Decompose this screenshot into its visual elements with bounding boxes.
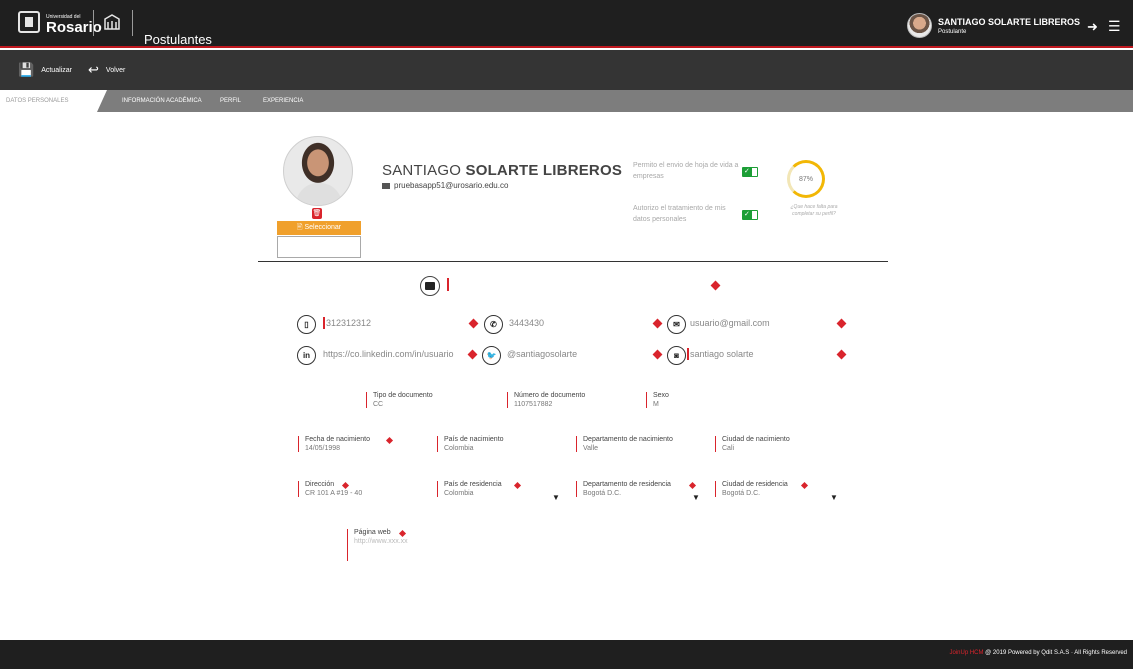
instagram-icon: ◙ — [667, 346, 686, 365]
chevron-down-icon[interactable]: ▼ — [552, 493, 560, 502]
mobile-field[interactable]: 312312312 — [326, 318, 456, 328]
profile-email: pruebasapp51@urosario.edu.co — [382, 181, 508, 190]
header-divider — [93, 10, 94, 36]
sex-field: Sexo M — [646, 392, 669, 408]
mobile-icon: ▯ — [297, 315, 316, 334]
birth-dept-field: Departamento de nacimiento Valle — [576, 436, 673, 452]
file-input[interactable] — [277, 236, 361, 258]
footer-brand[interactable]: JoinUp HCM — [949, 650, 983, 656]
footer-copyright: @ 2019 Powered by Qdit S.A.S · All Right… — [985, 650, 1127, 656]
birth-date-field[interactable]: Fecha de nacimiento 14/05/1998 — [298, 436, 370, 452]
video-camera-icon — [425, 282, 435, 290]
edit-mobile-icon[interactable] — [468, 318, 479, 329]
res-city-select[interactable]: Ciudad de residencia Bogotá D.C. — [715, 481, 788, 497]
birth-city-field: Ciudad de nacimiento Cali — [715, 436, 790, 452]
email-text: pruebasapp51@urosario.edu.co — [394, 181, 509, 190]
save-icon: 💾 — [18, 62, 35, 77]
res-country-select[interactable]: País de residencia Colombia — [437, 481, 502, 497]
edit-res-dept-icon[interactable] — [688, 481, 697, 490]
phone-field[interactable]: 3443430 — [509, 318, 639, 328]
update-label: Actualizar — [41, 66, 72, 74]
edit-instagram-icon[interactable] — [836, 349, 847, 360]
doc-number-field: Número de documento 1107517882 — [507, 392, 585, 408]
address-field[interactable]: Dirección CR 101 A #19 - 40 — [298, 481, 362, 497]
user-role: Postulante — [938, 28, 967, 35]
envelope-icon — [382, 182, 390, 189]
edit-linkedin-icon[interactable] — [467, 349, 478, 360]
permission-cv-text: Permito el envio de hoja de vida a empre… — [633, 162, 739, 180]
select-photo-label: Seleccionar — [304, 224, 342, 231]
footer-text: JoinUp HCM @ 2019 Powered by Qdit S.A.S … — [949, 650, 1127, 656]
user-name: SANTIAGO SOLARTE LIBREROS — [938, 16, 1081, 27]
permission-cv-toggle[interactable]: ✓ — [742, 167, 758, 177]
delete-photo-button[interactable]: 🗑 — [312, 208, 322, 219]
crest-icon — [18, 11, 40, 33]
edit-res-city-icon[interactable] — [800, 481, 809, 490]
profile-name: SANTIAGO SOLARTE LIBREROS — [382, 162, 622, 179]
res-dept-select[interactable]: Departamento de residencia Bogotá D.C. — [576, 481, 671, 497]
first-name: SANTIAGO — [382, 162, 462, 179]
tab-personal-data[interactable]: DATOS PERSONALES — [0, 90, 97, 112]
tab-profile[interactable]: PERFIL — [220, 90, 241, 112]
profile-completion-gauge: 87% — [787, 160, 825, 198]
update-button[interactable]: 💾 Actualizar — [18, 50, 72, 90]
university-logo[interactable]: Universidad del Rosario — [18, 11, 102, 35]
edit-res-country-icon[interactable] — [513, 481, 522, 490]
profile-photo — [283, 136, 353, 206]
hamburger-menu-icon[interactable]: ☰ — [1108, 18, 1121, 35]
institution-icon — [104, 14, 120, 30]
back-arrow-icon: ↩ — [88, 62, 99, 77]
tab-academic-info[interactable]: INFORMACIÓN ACADÉMICA — [122, 90, 202, 112]
top-bar: Universidad del Rosario Postulantes SANT… — [0, 0, 1133, 48]
birth-country-field: País de nacimiento Colombia — [437, 436, 504, 452]
permission-data-text: Autorizo el tratamiento de mis datos per… — [633, 205, 726, 223]
select-photo-button[interactable]: 🖹 Seleccionar — [277, 221, 361, 235]
avatar — [907, 13, 932, 38]
back-label: Volver — [105, 66, 126, 74]
edit-birth-date-icon[interactable] — [385, 436, 394, 445]
edit-email-icon[interactable] — [836, 318, 847, 329]
alt-email-field[interactable]: usuario@gmail.com — [690, 318, 830, 328]
chevron-down-icon[interactable]: ▼ — [830, 493, 838, 502]
last-name: SOLARTE LIBREROS — [465, 162, 623, 179]
edit-twitter-icon[interactable] — [652, 349, 663, 360]
phone-icon: ✆ — [484, 315, 503, 334]
instagram-field[interactable]: santiago solarte — [690, 349, 830, 359]
completion-hint-link[interactable]: ¿Que hace falta para completar su perfil… — [781, 204, 847, 218]
back-button[interactable]: ↩ Volver — [88, 50, 125, 90]
tab-experience[interactable]: EXPERIENCIA — [263, 90, 303, 112]
video-button[interactable] — [420, 276, 440, 296]
edit-video-icon[interactable] — [710, 280, 721, 291]
twitter-icon: 🐦 — [482, 346, 501, 365]
user-menu[interactable]: SANTIAGO SOLARTE LIBREROS Postulante — [907, 13, 1080, 38]
chevron-down-icon[interactable]: ▼ — [692, 493, 700, 502]
linkedin-icon: in — [297, 346, 316, 365]
profile-tabs: DATOS PERSONALES INFORMACIÓN ACADÉMICA P… — [0, 90, 1133, 112]
doc-type-field: Tipo de documento CC — [366, 392, 433, 408]
section-divider — [258, 261, 888, 262]
app-title: Postulantes — [144, 32, 212, 47]
action-toolbar: 💾 Actualizar ↩ Volver — [0, 50, 1133, 90]
permission-data-toggle[interactable]: ✓ — [742, 210, 758, 220]
edit-phone-icon[interactable] — [652, 318, 663, 329]
header-divider — [132, 10, 133, 36]
email-icon: ✉ — [667, 315, 686, 334]
linkedin-field[interactable]: https://co.linkedin.com/in/usuario — [323, 349, 468, 359]
footer: JoinUp HCM @ 2019 Powered by Qdit S.A.S … — [0, 640, 1133, 669]
twitter-field[interactable]: @santiagosolarte — [507, 349, 647, 359]
completion-value: 87% — [798, 175, 813, 183]
logout-icon[interactable]: ➜ — [1087, 19, 1098, 35]
